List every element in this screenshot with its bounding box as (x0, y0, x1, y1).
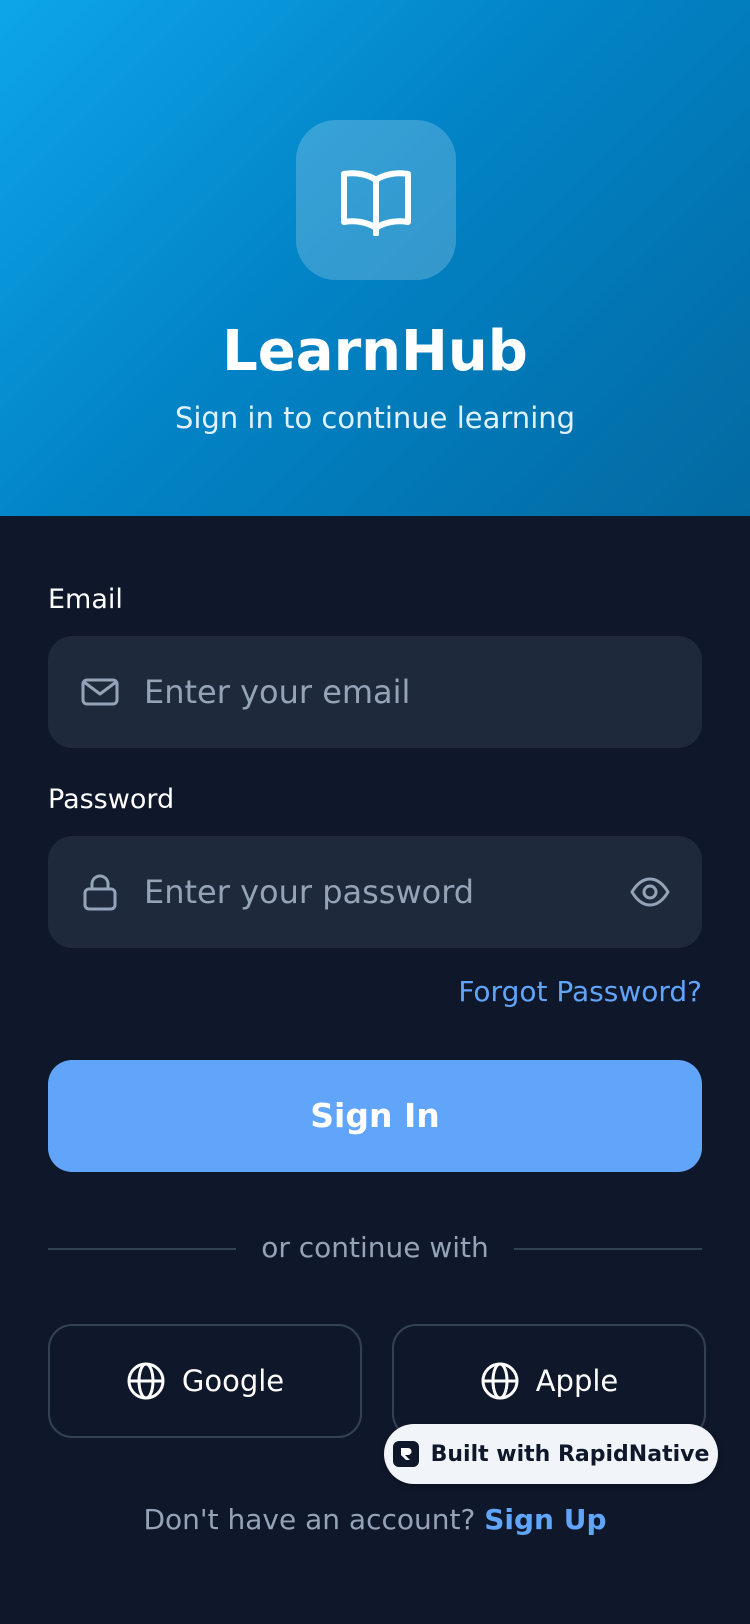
header-banner: LearnHub Sign in to continue learning (0, 0, 750, 516)
email-field[interactable]: Enter your email (48, 636, 702, 748)
password-input[interactable]: Enter your password (144, 836, 474, 948)
email-label: Email (48, 584, 123, 615)
sign-up-link[interactable]: Sign Up (484, 1503, 606, 1536)
mail-icon (81, 678, 119, 706)
rapidnative-logo-icon (392, 1441, 419, 1467)
badge-label: Built with RapidNative (430, 1441, 710, 1467)
sign-up-prompt-text: Don't have an account? (143, 1503, 476, 1536)
google-button[interactable]: Google (48, 1324, 362, 1438)
password-label: Password (48, 784, 175, 815)
divider-line-right (514, 1248, 702, 1250)
globe-icon (481, 1362, 519, 1400)
app-subtitle: Sign in to continue learning (174, 401, 576, 435)
eye-icon[interactable] (630, 872, 670, 912)
app-logo (296, 120, 456, 280)
password-field[interactable]: Enter your password (48, 836, 702, 948)
lock-icon (83, 874, 117, 911)
app-title: LearnHub (222, 319, 528, 384)
apple-button-label: Apple (535, 1364, 619, 1398)
sign-up-prompt: Don't have an account? Sign Up (0, 1500, 750, 1540)
google-button-label: Google (181, 1364, 285, 1398)
sign-in-button[interactable]: Sign In (48, 1060, 702, 1172)
built-with-badge[interactable]: Built with RapidNative (384, 1424, 718, 1484)
forgot-password-link[interactable]: Forgot Password? (458, 972, 702, 1012)
email-input[interactable]: Enter your email (144, 636, 410, 748)
globe-icon (127, 1362, 165, 1400)
apple-button[interactable]: Apple (392, 1324, 706, 1438)
open-book-icon (341, 170, 411, 236)
